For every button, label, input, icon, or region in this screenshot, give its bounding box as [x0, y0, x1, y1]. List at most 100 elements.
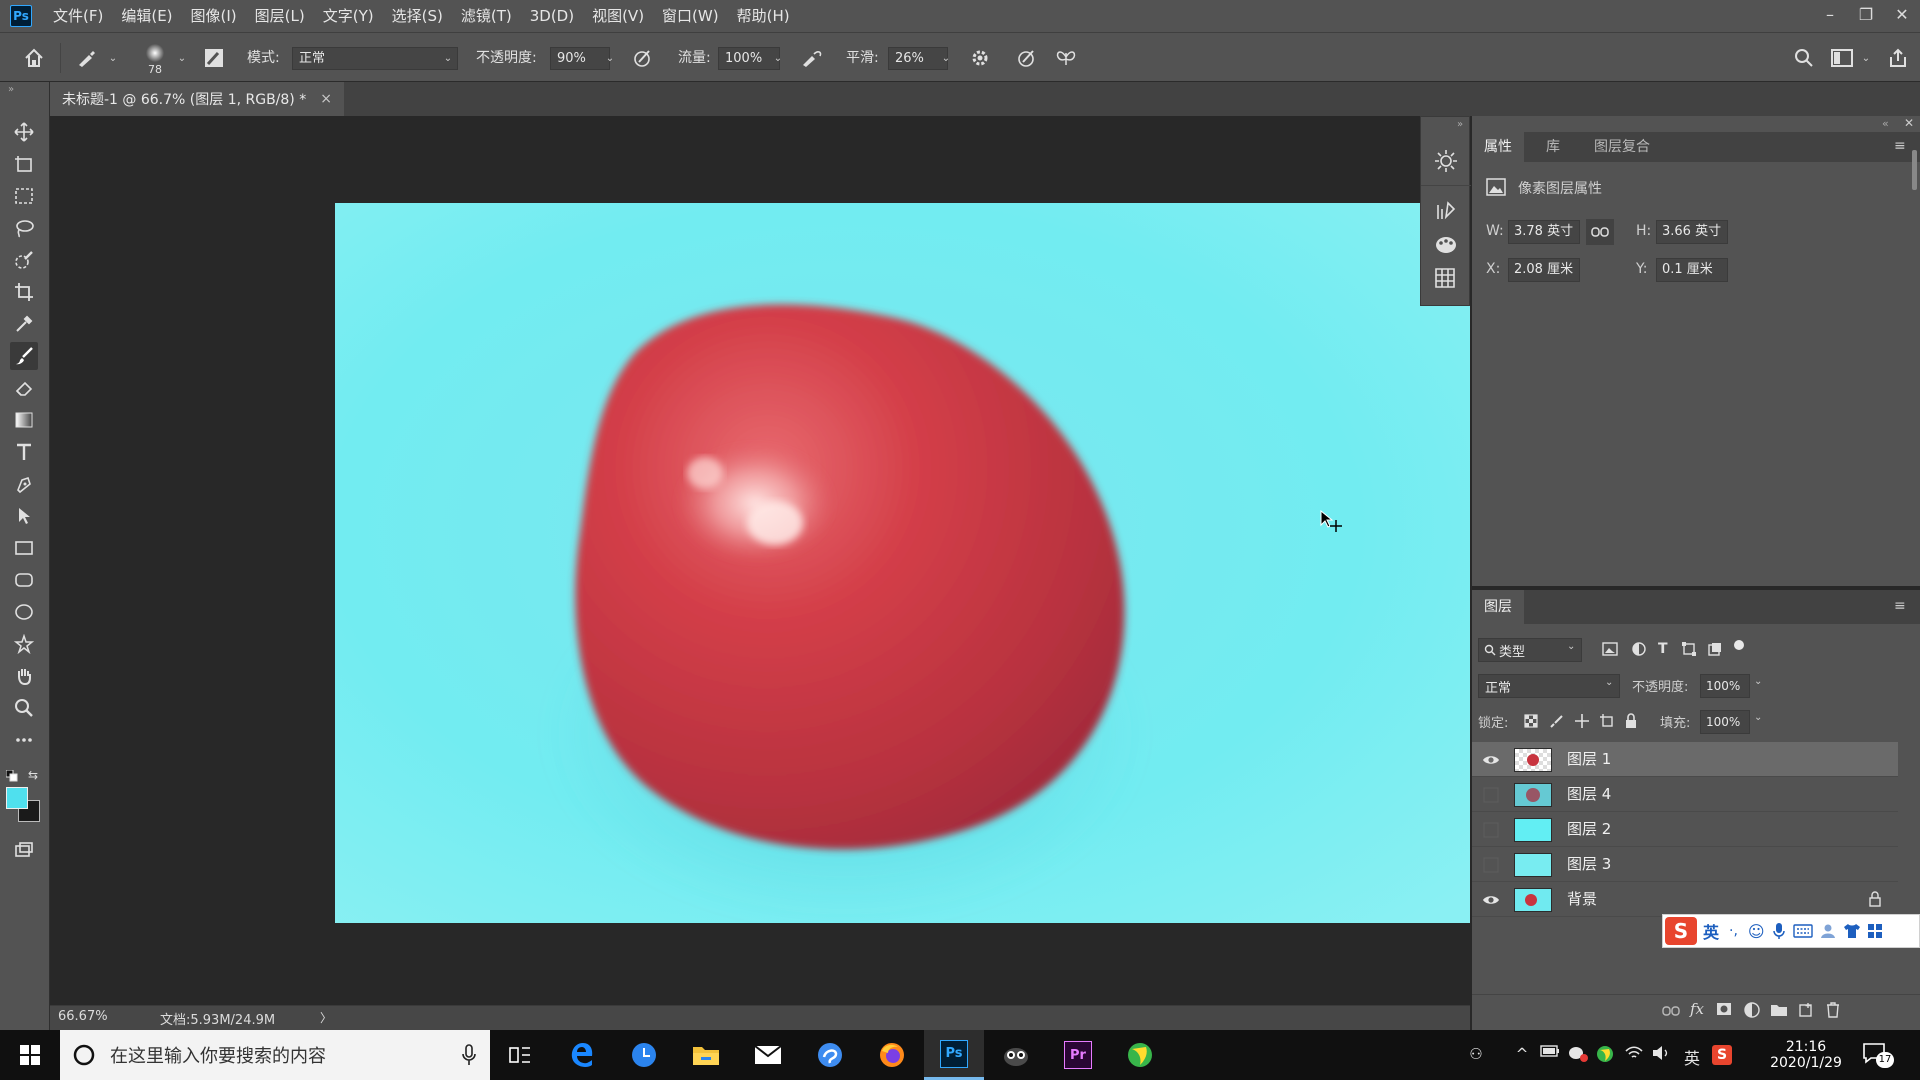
- layer-row[interactable]: 背景: [1472, 882, 1898, 917]
- layer-row[interactable]: 图层 1: [1472, 742, 1898, 777]
- ime-language[interactable]: 英: [1703, 919, 1719, 943]
- path-select-tool-icon[interactable]: [10, 502, 38, 530]
- quick-select-tool-icon[interactable]: [10, 246, 38, 274]
- opacity-dropdown-icon[interactable]: ⌄: [602, 47, 618, 70]
- layer-opacity-input[interactable]: 100%: [1700, 674, 1750, 698]
- filter-type-icon[interactable]: T: [1658, 641, 1668, 657]
- search-icon[interactable]: [1792, 46, 1816, 70]
- volume-icon[interactable]: [1652, 1045, 1672, 1065]
- ime-keyboard-icon[interactable]: [1792, 924, 1813, 938]
- lock-all-icon[interactable]: [1624, 713, 1638, 729]
- mail-icon[interactable]: [738, 1030, 798, 1080]
- menu-edit[interactable]: 编辑(E): [112, 0, 181, 32]
- collapse-toolbar-icon[interactable]: »: [8, 84, 14, 95]
- brush-size-dropdown-icon[interactable]: ⌄: [174, 47, 190, 70]
- smoothing-dropdown-icon[interactable]: ⌄: [938, 47, 954, 70]
- fx-icon[interactable]: fx: [1690, 1000, 1704, 1018]
- firefox-icon[interactable]: [862, 1030, 922, 1080]
- minimize-button[interactable]: –: [1812, 0, 1848, 28]
- menu-file[interactable]: 文件(F): [44, 0, 112, 32]
- edge-browser-icon[interactable]: [552, 1030, 612, 1080]
- artboard-tool-icon[interactable]: [10, 150, 38, 178]
- layer-row[interactable]: 图层 2: [1472, 812, 1898, 847]
- move-tool-icon[interactable]: [10, 118, 38, 146]
- ellipse-tool-icon[interactable]: [10, 598, 38, 626]
- layer-name[interactable]: 图层 3: [1567, 847, 1611, 882]
- close-tab-icon[interactable]: ×: [320, 91, 332, 107]
- home-icon[interactable]: [22, 46, 46, 70]
- ime-user-icon[interactable]: [1819, 923, 1837, 939]
- ime-voice-icon[interactable]: [1772, 922, 1785, 940]
- visibility-toggle-empty[interactable]: [1482, 786, 1500, 804]
- visibility-toggle-empty[interactable]: [1482, 856, 1500, 874]
- properties-scrollbar[interactable]: [1912, 150, 1917, 190]
- lock-transparent-icon[interactable]: [1524, 714, 1538, 728]
- media-tray-icon[interactable]: [1596, 1045, 1616, 1065]
- new-group-folder-icon[interactable]: [1770, 1003, 1788, 1017]
- zoom-tool-icon[interactable]: [10, 694, 38, 722]
- hand-tool-icon[interactable]: [10, 662, 38, 690]
- app-blue-swirl-icon[interactable]: [800, 1030, 860, 1080]
- menu-3d[interactable]: 3D(D): [521, 0, 583, 32]
- filter-pixel-icon[interactable]: [1602, 642, 1618, 656]
- wifi-icon[interactable]: [1624, 1045, 1644, 1065]
- swatches-grid-icon[interactable]: [1434, 267, 1456, 289]
- brush-preset-icon[interactable]: [74, 46, 98, 70]
- visibility-eye-icon[interactable]: [1482, 891, 1500, 909]
- gradient-tool-icon[interactable]: [10, 406, 38, 434]
- premiere-taskbar-icon[interactable]: Pr: [1048, 1030, 1108, 1080]
- menu-window[interactable]: 窗口(W): [653, 0, 728, 32]
- fill-dropdown-icon[interactable]: ⌄: [1754, 712, 1762, 723]
- symmetry-butterfly-icon[interactable]: [1054, 46, 1078, 70]
- link-dimensions-icon[interactable]: [1586, 219, 1614, 245]
- height-input[interactable]: 3.66 英寸: [1656, 220, 1728, 244]
- pressure-size-icon[interactable]: [1014, 46, 1038, 70]
- type-tool-icon[interactable]: [10, 438, 38, 466]
- visibility-toggle-empty[interactable]: [1482, 821, 1500, 839]
- mode-dropdown-icon[interactable]: ⌄: [440, 47, 456, 70]
- menu-image[interactable]: 图像(I): [182, 0, 246, 32]
- taskbar-search[interactable]: 在这里输入你要搜索的内容: [60, 1030, 490, 1080]
- filter-adjustment-icon[interactable]: [1632, 642, 1646, 656]
- menu-type[interactable]: 文字(Y): [314, 0, 383, 32]
- brushes-panel-icon[interactable]: [1434, 199, 1458, 223]
- lasso-tool-icon[interactable]: [10, 214, 38, 242]
- tray-overflow-chevron-icon[interactable]: ^: [1512, 1045, 1532, 1065]
- layer-name[interactable]: 背景: [1567, 882, 1597, 917]
- more-tools-icon[interactable]: [10, 726, 38, 754]
- close-panel-icon[interactable]: ✕: [1904, 116, 1914, 130]
- owl-app-icon[interactable]: [986, 1030, 1046, 1080]
- layer-row[interactable]: 图层 3: [1472, 847, 1898, 882]
- brush-settings-icon[interactable]: [202, 46, 226, 70]
- flow-dropdown-icon[interactable]: ⌄: [770, 47, 786, 70]
- layer-name[interactable]: 图层 2: [1567, 812, 1611, 847]
- menu-layer[interactable]: 图层(L): [246, 0, 314, 32]
- layer-filter-select[interactable]: 类型 ⌄: [1478, 638, 1582, 662]
- battery-icon[interactable]: [1540, 1045, 1560, 1065]
- sogou-logo-icon[interactable]: S: [1665, 917, 1697, 945]
- collapse-panel-icon[interactable]: «: [1882, 117, 1889, 130]
- photoshop-taskbar-icon[interactable]: Ps: [924, 1030, 984, 1080]
- ime-toolbox-icon[interactable]: [1867, 923, 1883, 939]
- tray-ime-language[interactable]: 英: [1682, 1045, 1702, 1068]
- share-icon[interactable]: [1886, 46, 1910, 70]
- menu-filter[interactable]: 滤镜(T): [452, 0, 521, 32]
- marquee-tool-icon[interactable]: [10, 182, 38, 210]
- blend-mode-select[interactable]: 正常 ⌄: [1478, 674, 1620, 698]
- opacity-input[interactable]: 90%: [550, 47, 610, 70]
- photoshop-logo[interactable]: Ps: [10, 5, 32, 27]
- rectangle-tool-icon[interactable]: [10, 534, 38, 562]
- panel-menu-icon[interactable]: ≡: [1894, 138, 1906, 154]
- people-icon[interactable]: ⚇: [1466, 1045, 1486, 1065]
- document-canvas[interactable]: [335, 203, 1470, 923]
- expand-panels-icon[interactable]: »: [1457, 119, 1463, 130]
- layer-name[interactable]: 图层 4: [1567, 777, 1611, 812]
- custom-shape-tool-icon[interactable]: [10, 630, 38, 658]
- layer-opacity-dropdown-icon[interactable]: ⌄: [1754, 676, 1762, 687]
- menu-help[interactable]: 帮助(H): [728, 0, 799, 32]
- adjustments-sun-icon[interactable]: [1434, 149, 1458, 173]
- wechat-tray-icon[interactable]: [1568, 1045, 1588, 1065]
- ime-skin-icon[interactable]: [1843, 923, 1861, 939]
- tab-layers[interactable]: 图层: [1472, 590, 1524, 624]
- lock-artboard-icon[interactable]: [1600, 714, 1614, 728]
